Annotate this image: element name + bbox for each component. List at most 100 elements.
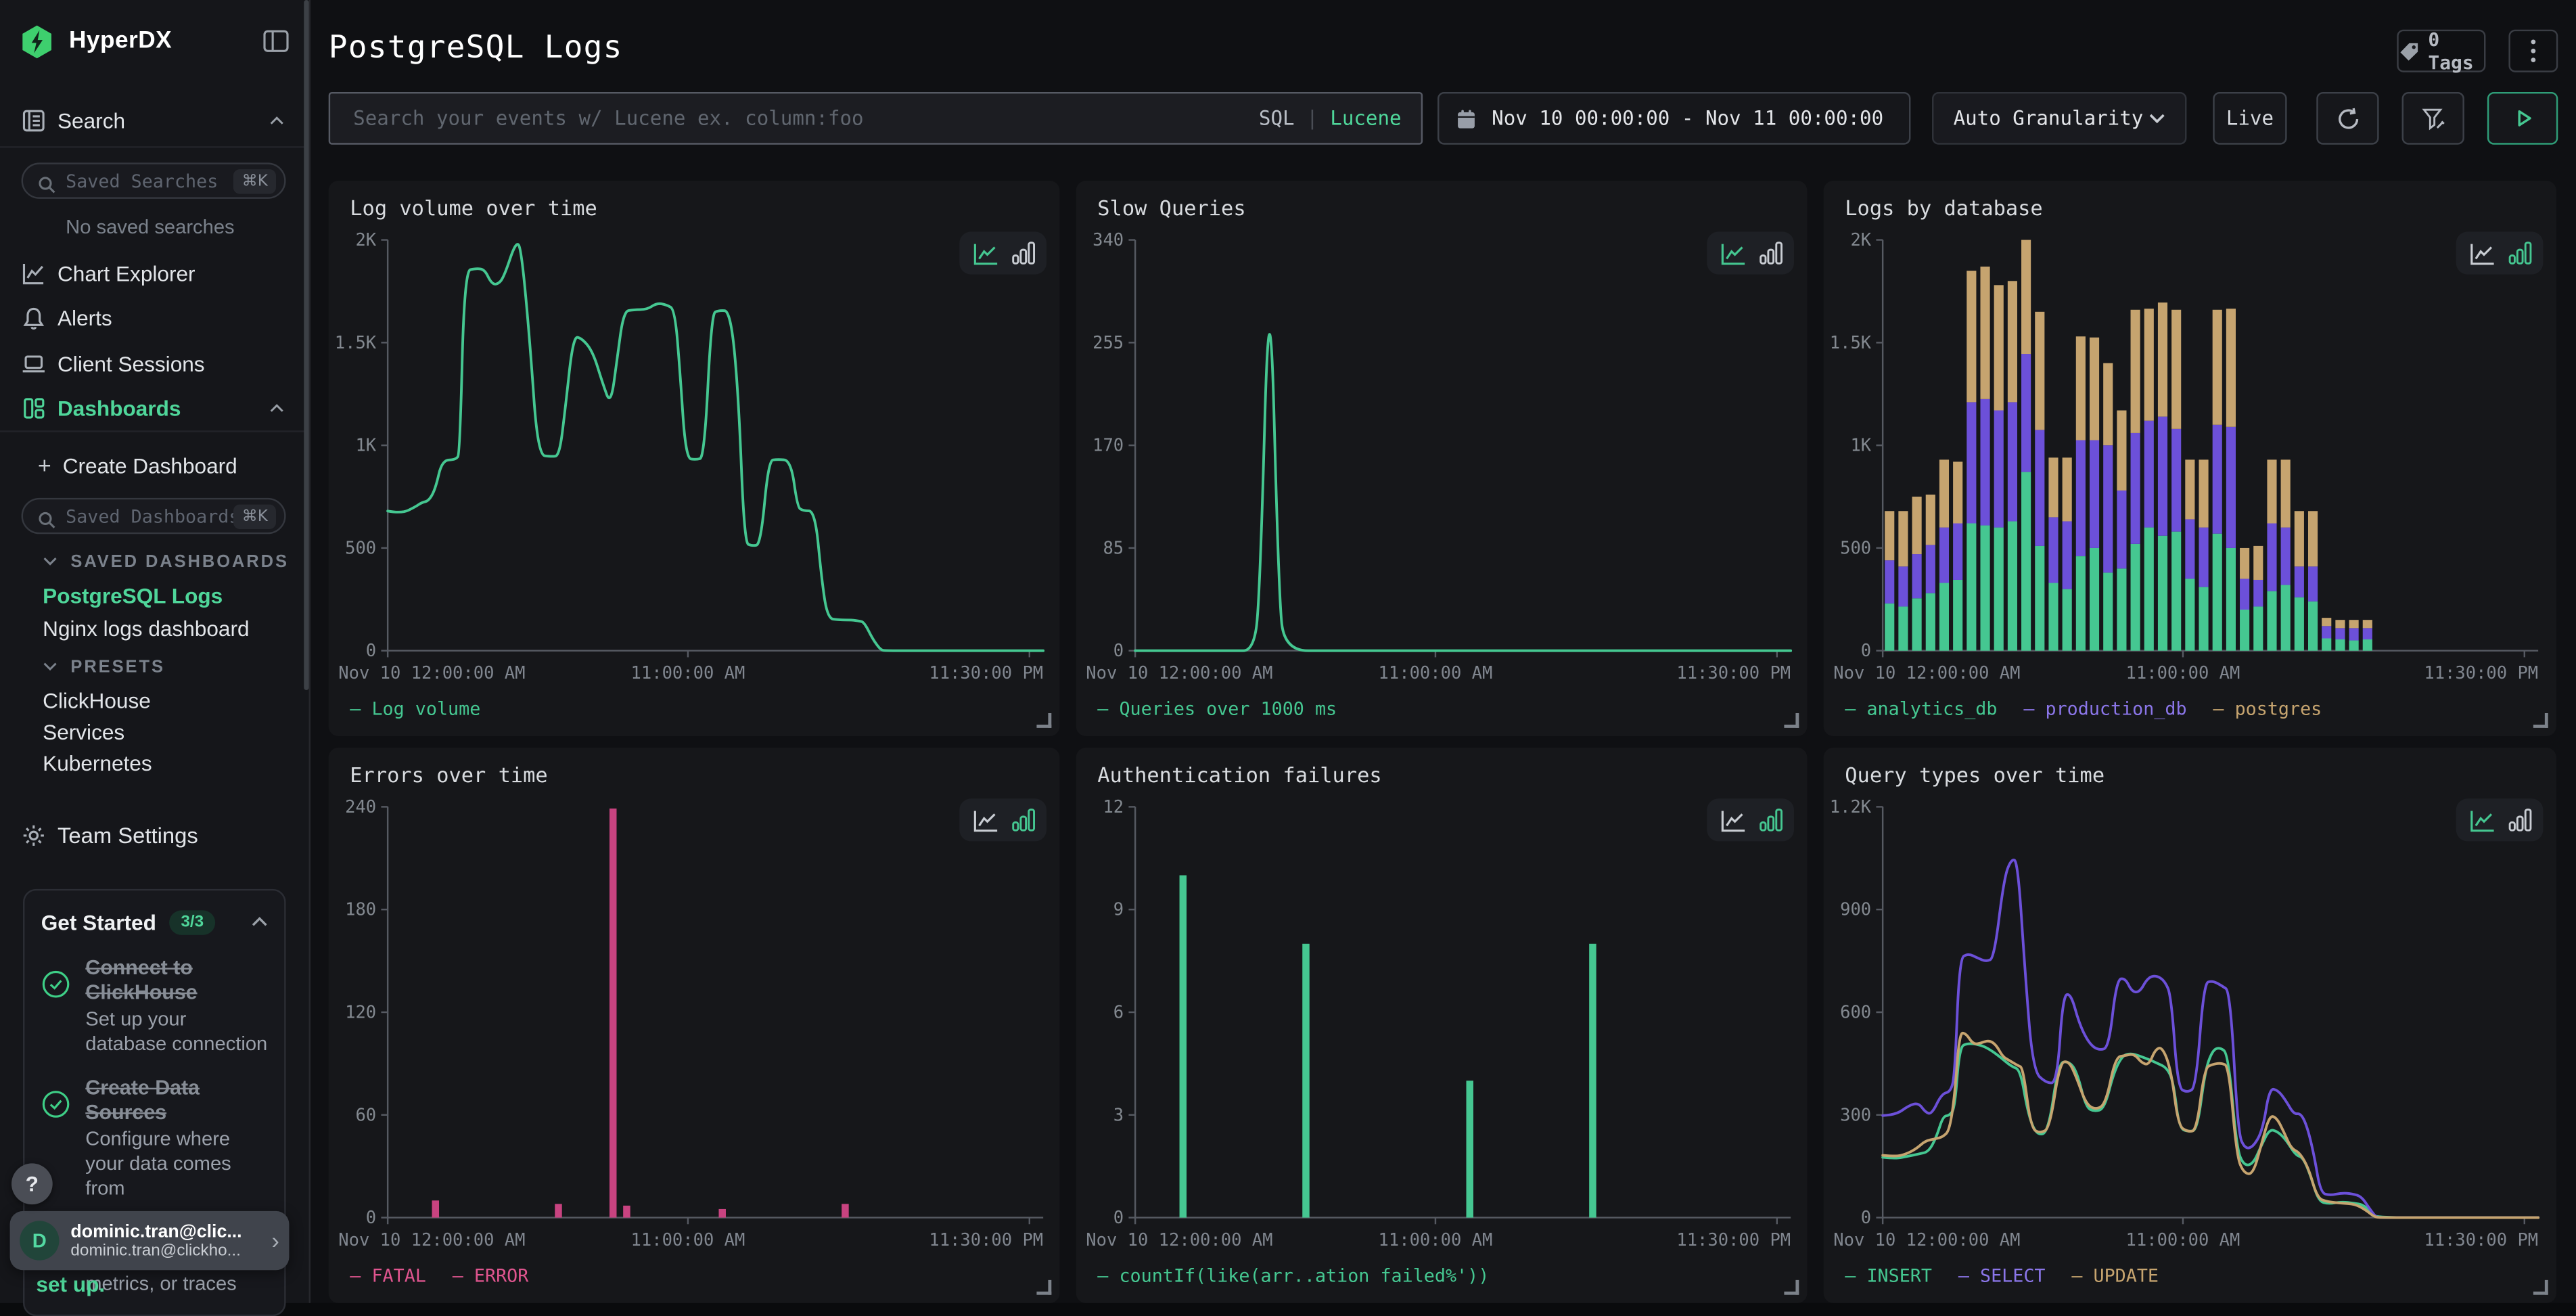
line-chart-icon[interactable] — [2468, 808, 2495, 832]
sidebar-dashboard-nginx-logs[interactable]: Nginx logs dashboard — [43, 616, 249, 641]
chart-type-toggle[interactable] — [1707, 798, 1794, 841]
run-query-button[interactable] — [2487, 92, 2558, 145]
section-saved-dashboards[interactable]: SAVED DASHBOARDS — [43, 552, 289, 572]
sidebar-item-client-sessions[interactable]: Client Sessions — [0, 344, 309, 383]
sidebar-item-team-settings[interactable]: Team Settings — [0, 815, 309, 855]
bar-chart-icon[interactable] — [1011, 242, 1034, 265]
sidebar-item-label: Search — [58, 108, 125, 132]
kebab-menu-button[interactable] — [2508, 30, 2558, 72]
plus-icon: + — [38, 452, 51, 478]
refresh-button[interactable] — [2316, 92, 2378, 145]
legend-item[interactable]: — analytics_db — [1845, 698, 1997, 720]
line-chart-icon[interactable] — [2468, 241, 2495, 265]
legend-item[interactable]: — SELECT — [1958, 1265, 2046, 1287]
search-icon — [38, 172, 56, 190]
chart-type-toggle[interactable] — [959, 798, 1046, 841]
sidebar-item-search[interactable]: Search — [0, 100, 309, 139]
legend-item[interactable]: — production_db — [2023, 698, 2186, 720]
bell-icon — [22, 304, 46, 329]
help-button[interactable]: ? — [12, 1163, 53, 1204]
saved-dashboards-field[interactable] — [56, 505, 234, 527]
panel-resize-handle[interactable] — [2533, 1280, 2548, 1295]
tags-button[interactable]: 0 Tags — [2397, 30, 2485, 72]
svg-text:0: 0 — [1113, 641, 1124, 661]
live-button[interactable]: Live — [2213, 92, 2286, 145]
legend-item[interactable]: — postgres — [2213, 698, 2322, 720]
svg-text:180: 180 — [345, 900, 376, 920]
svg-text:0: 0 — [1861, 1208, 1871, 1228]
svg-text:Nov 10 12:00:00 AM: Nov 10 12:00:00 AM — [1833, 663, 2020, 683]
bar-chart-icon[interactable] — [1759, 242, 1782, 265]
granularity-select[interactable]: Auto Granularity — [1932, 92, 2186, 145]
chart-plot: 05001K1.5K2KNov 10 12:00:00 AM11:00:00 A… — [329, 181, 1060, 736]
user-account-chip[interactable]: D dominic.tran@clic... dominic.tran@clic… — [10, 1211, 290, 1270]
line-chart-icon[interactable] — [971, 241, 998, 265]
sidebar: HyperDX Search — [0, 0, 310, 1303]
svg-text:11:30:00 PM: 11:30:00 PM — [1676, 1230, 1791, 1250]
lucene-option[interactable]: Lucene — [1330, 107, 1401, 130]
line-chart-icon[interactable] — [971, 808, 998, 832]
line-chart-icon[interactable] — [1719, 808, 1745, 832]
bar-chart-icon[interactable] — [1759, 809, 1782, 832]
play-icon — [2511, 107, 2534, 130]
legend-item[interactable]: — countIf(like(arr..ation failed%')) — [1097, 1265, 1489, 1287]
legend-item[interactable]: — Queries over 1000 ms — [1097, 698, 1337, 720]
saved-dashboards-input[interactable]: ⌘K — [22, 498, 286, 534]
sidebar-item-dashboards[interactable]: Dashboards — [0, 388, 309, 427]
chart-type-toggle[interactable] — [1707, 231, 1794, 274]
panel-resize-handle[interactable] — [1784, 1280, 1799, 1295]
sidebar-collapse-icon[interactable] — [263, 30, 290, 53]
legend-item[interactable]: — FATAL — [350, 1265, 426, 1287]
saved-searches-field[interactable] — [56, 170, 234, 191]
sidebar-scrollbar[interactable] — [304, 0, 308, 690]
legend-item[interactable]: — ERROR — [453, 1265, 529, 1287]
chart-plot: 085170255340Nov 10 12:00:00 AM11:00:00 A… — [1076, 181, 1808, 736]
bar-chart-icon[interactable] — [1011, 809, 1034, 832]
get-started-item-connect[interactable]: Connect to ClickHouse Set up your databa… — [41, 956, 268, 1056]
chart-plot: 05001K1.5K2KNov 10 12:00:00 AM11:00:00 A… — [1824, 181, 2555, 736]
chart-type-toggle[interactable] — [2456, 798, 2544, 841]
svg-text:60: 60 — [355, 1105, 376, 1125]
sidebar-item-label: Team Settings — [58, 822, 198, 846]
chart-title: Log volume over time — [350, 196, 597, 220]
chart-legend: — countIf(like(arr..ation failed%')) — [1097, 1265, 1489, 1287]
legend-item[interactable]: — UPDATE — [2071, 1265, 2159, 1287]
chart-type-toggle[interactable] — [959, 231, 1046, 274]
panel-resize-handle[interactable] — [2533, 713, 2548, 728]
event-search-field[interactable] — [350, 105, 1242, 131]
chart-type-toggle[interactable] — [2456, 231, 2544, 274]
legend-item[interactable]: — Log volume — [350, 698, 480, 720]
date-range-picker[interactable]: Nov 10 00:00:00 - Nov 11 00:00:00 — [1438, 92, 1910, 145]
panel-resize-handle[interactable] — [1036, 1280, 1051, 1295]
event-search-input[interactable]: SQL | Lucene — [329, 92, 1423, 145]
query-language-toggle[interactable]: SQL | Lucene — [1259, 107, 1402, 130]
line-chart-icon[interactable] — [1719, 241, 1745, 265]
panel-resize-handle[interactable] — [1036, 713, 1051, 728]
section-presets[interactable]: PRESETS — [43, 657, 165, 677]
sidebar-item-alerts[interactable]: Alerts — [0, 298, 309, 337]
svg-text:11:00:00 AM: 11:00:00 AM — [1379, 663, 1493, 683]
svg-text:300: 300 — [1840, 1105, 1871, 1125]
create-dashboard-button[interactable]: + Create Dashboard — [0, 445, 309, 484]
sidebar-dashboard-postgresql-logs[interactable]: PostgreSQL Logs — [43, 583, 223, 608]
filter-button[interactable] — [2402, 92, 2464, 145]
get-started-header[interactable]: Get Started 3/3 — [41, 907, 268, 937]
panel-errors-over-time: Errors over time060120180240Nov 10 12:00… — [329, 748, 1060, 1303]
chart-plot: 03006009001.2KNov 10 12:00:00 AM11:00:00… — [1824, 748, 2555, 1303]
legend-item[interactable]: — INSERT — [1845, 1265, 1932, 1287]
sidebar-preset-clickhouse[interactable]: ClickHouse — [43, 689, 151, 713]
panel-auth-failures: Authentication failures036912Nov 10 12:0… — [1076, 748, 1808, 1303]
panel-resize-handle[interactable] — [1784, 713, 1799, 728]
chart-title: Authentication failures — [1097, 763, 1381, 787]
sidebar-preset-services[interactable]: Services — [43, 720, 124, 744]
bar-chart-icon[interactable] — [2508, 809, 2531, 832]
hyperdx-logo-icon — [20, 24, 54, 58]
sidebar-item-chart-explorer[interactable]: Chart Explorer — [0, 253, 309, 292]
bar-chart-icon[interactable] — [2508, 242, 2531, 265]
sql-option[interactable]: SQL — [1259, 107, 1295, 130]
sidebar-preset-kubernetes[interactable]: Kubernetes — [43, 751, 152, 775]
saved-searches-input[interactable]: ⌘K — [22, 162, 286, 198]
get-started-item-sources[interactable]: Create Data Sources Configure where your… — [41, 1076, 268, 1202]
svg-text:11:30:00 PM: 11:30:00 PM — [929, 663, 1043, 683]
task-subtitle: Set up your database connection — [85, 1007, 268, 1057]
